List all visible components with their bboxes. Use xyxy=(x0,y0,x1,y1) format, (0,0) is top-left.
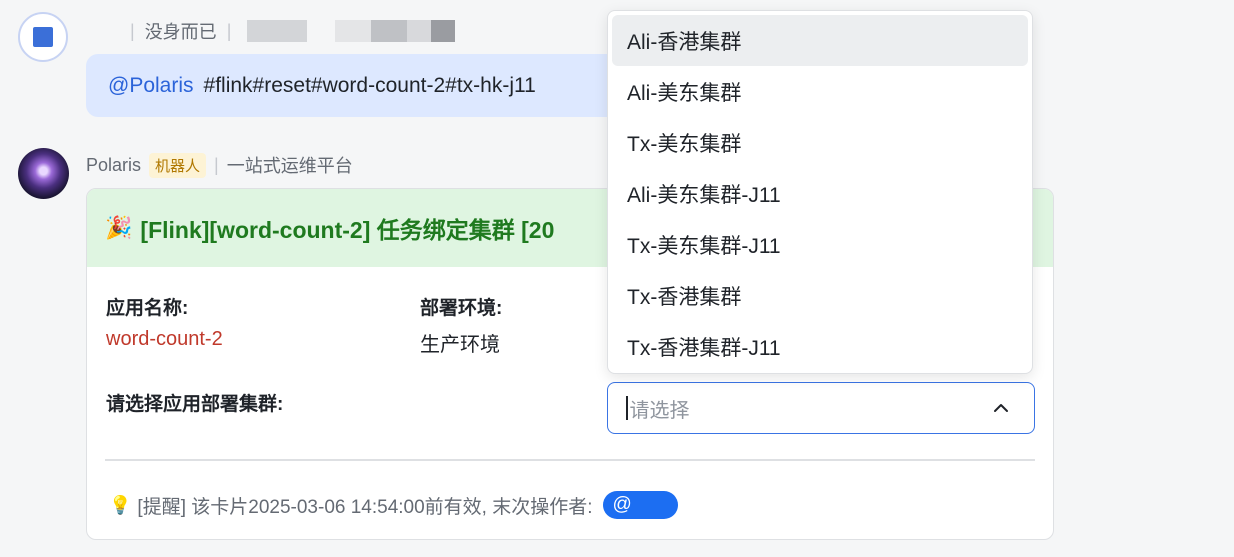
meta-divider: | xyxy=(226,20,232,41)
env-value: 生产环境 xyxy=(420,334,500,356)
text-cursor xyxy=(626,396,628,420)
app-name-label: 应用名称: xyxy=(106,298,189,319)
bot-name[interactable]: Polaris xyxy=(86,155,141,176)
card-divider xyxy=(105,459,1035,461)
user-avatar[interactable] xyxy=(18,12,68,62)
footer-text: [提醒] 该卡片2025-03-06 14:54:00前有效, 末次操作者: xyxy=(137,496,593,518)
option-ali-us-east-j11[interactable]: Ali-美东集群-J11 xyxy=(612,168,1028,219)
cluster-select-label: 请选择应用部署集群: xyxy=(106,394,284,415)
select-placeholder: 请选择 xyxy=(629,399,690,422)
option-tx-us-east[interactable]: Tx-美东集群 xyxy=(612,117,1028,168)
party-popper-icon: 🎉 xyxy=(105,215,133,240)
option-tx-hk[interactable]: Tx-香港集群 xyxy=(612,270,1028,321)
env-label: 部署环境: xyxy=(420,298,503,319)
redacted-name xyxy=(247,20,308,42)
user-message-bubble: @Polaris #flink#reset#word-count-2#tx-hk… xyxy=(86,54,626,117)
chevron-up-icon[interactable] xyxy=(990,397,1012,419)
bot-meta: Polaris 机器人 | 一站式运维平台 xyxy=(86,152,353,178)
mention-link[interactable]: @Polaris xyxy=(108,74,194,98)
cluster-dropdown: Ali-香港集群 Ali-美东集群 Tx-美东集群 Ali-美东集群-J11 T… xyxy=(607,10,1033,374)
option-ali-hk[interactable]: Ali-香港集群 xyxy=(612,15,1028,66)
bot-platform: 一站式运维平台 xyxy=(226,156,353,176)
lightbulb-icon: 💡 xyxy=(109,494,132,515)
redacted-info xyxy=(335,20,456,42)
app-name-value: word-count-2 xyxy=(106,328,223,350)
cluster-select[interactable]: 请选择 xyxy=(607,382,1035,434)
option-ali-us-east[interactable]: Ali-美东集群 xyxy=(612,66,1028,117)
redacted-operator xyxy=(633,495,670,515)
at-symbol: @ xyxy=(612,494,632,515)
user-meta: | 没身而已 | xyxy=(130,18,456,44)
meta-divider: | xyxy=(130,20,135,41)
user-avatar-glyph xyxy=(33,27,53,47)
meta-divider: | xyxy=(214,154,219,175)
option-tx-us-east-j11[interactable]: Tx-美东集群-J11 xyxy=(612,219,1028,270)
card-footer: 💡 [提醒] 该卡片2025-03-06 14:54:00前有效, 末次操作者:… xyxy=(109,491,678,519)
command-text: #flink#reset#word-count-2#tx-hk-j11 xyxy=(203,73,536,97)
card-title: [Flink][word-count-2] 任务绑定集群 [20 xyxy=(140,217,555,243)
bot-avatar[interactable] xyxy=(18,148,69,199)
last-operator-mention[interactable]: @ xyxy=(602,491,678,519)
robot-badge: 机器人 xyxy=(149,152,207,178)
user-status-text: 没身而已 xyxy=(144,22,217,42)
option-tx-hk-j11[interactable]: Tx-香港集群-J11 xyxy=(612,321,1028,372)
